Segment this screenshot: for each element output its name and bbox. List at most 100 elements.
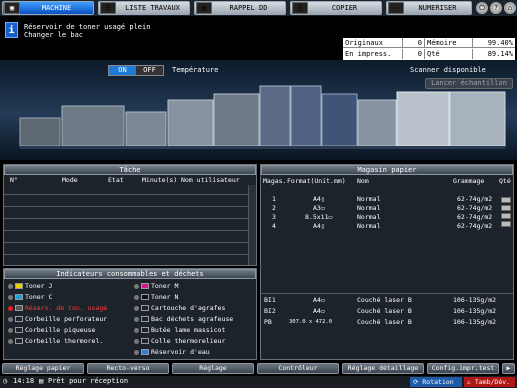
test-print-button[interactable]: Config.impr.test — [427, 363, 499, 374]
paper-setting-button[interactable]: Réglage papier — [2, 363, 84, 374]
rotation-icon: ⟳ — [413, 378, 419, 386]
consumable-punch-bin[interactable]: Corbeille perforateur — [8, 315, 107, 324]
paper-row[interactable]: BI1 A4▭ Couché laser B 106-135g/m2 — [261, 296, 501, 305]
col-number: N° — [10, 176, 18, 184]
status-message: Prêt pour réception — [48, 377, 129, 385]
col-mode: Mode — [62, 176, 78, 184]
consumable-toner-c[interactable]: Toner C — [8, 293, 52, 302]
power-icon[interactable]: ⏻ — [476, 2, 488, 14]
next-arrow-icon[interactable]: ▶ — [502, 363, 515, 374]
task-row[interactable] — [4, 254, 256, 255]
hdd-icon: ▤ — [196, 2, 212, 14]
task-header: N° Mode Etat Minute(s) Nom utilisateur — [4, 176, 256, 184]
consumable-glue[interactable]: Colle thermorelieur — [134, 337, 225, 346]
status-dot — [134, 316, 139, 322]
consumable-water-tank[interactable]: Réservoir d'eau — [134, 348, 210, 357]
memory-label: Mémoire — [425, 38, 473, 48]
message-line-1: Réservoir de toner usagé plein — [24, 23, 151, 31]
status-dot — [8, 294, 13, 300]
alert-dot — [8, 305, 13, 311]
consumable-waste-toner[interactable]: Réserv. de ton. usagé — [8, 304, 107, 313]
consumables-title: Indicateurs consommables et déchets — [4, 269, 256, 279]
quantity-bar — [501, 197, 511, 203]
home-icon[interactable]: ⌂ — [504, 2, 516, 14]
status-time: 14:18 — [13, 377, 35, 385]
controller-button[interactable]: Contrôleur — [257, 363, 339, 374]
counters-panel: Originaux 0 Mémoire 99.40% En impress. 0… — [343, 38, 515, 68]
info-icon: i — [5, 22, 18, 38]
tab-machine[interactable]: ▣ MACHINE — [2, 1, 94, 15]
task-row[interactable] — [4, 242, 256, 243]
task-row[interactable] — [4, 218, 256, 219]
rotation-indicator[interactable]: ⟳ Rotation — [410, 377, 462, 387]
consumable-binder-bin[interactable]: Corbeille thermorel. — [8, 337, 103, 346]
toner-icon — [141, 283, 149, 289]
waste-toner-icon — [15, 305, 23, 311]
task-panel: Tâche N° Mode Etat Minute(s) Nom utilisa… — [3, 164, 257, 266]
status-dot — [8, 327, 13, 333]
col-format: Format(Unit.mm) — [287, 177, 346, 185]
consumable-toner-m[interactable]: Toner M — [134, 282, 178, 291]
consumables-panel: Indicateurs consommables et déchets Tone… — [3, 268, 257, 360]
tab-job-list[interactable]: ☰ LISTE TRAVAUX — [98, 1, 190, 15]
detail-setting-button[interactable]: Réglage détaillage — [342, 363, 424, 374]
printer-line-illustration — [19, 85, 506, 149]
memory-value: 99.40% — [487, 39, 513, 47]
paper-row[interactable]: 3 8.5x11▭ Normal 62-74g/m2 — [261, 213, 501, 222]
consumable-toner-j[interactable]: Toner J — [8, 282, 52, 291]
machine-diagram: ON OFF Température Scanner disponible La… — [0, 60, 517, 160]
col-user: Nom utilisateur — [181, 176, 240, 184]
tab-copy[interactable]: ⎘ COPIER — [290, 1, 382, 15]
status-dot — [134, 283, 139, 289]
task-row[interactable] — [4, 206, 256, 207]
copy-icon: ⎘ — [292, 2, 308, 14]
consumable-staple-waste[interactable]: Bac déchets agrafeuse — [134, 315, 233, 324]
status-dot — [134, 305, 139, 311]
toner-alert-indicator[interactable]: ⚠ Tamb/Dév. — [464, 377, 515, 387]
paper-header: Magas. Format(Unit.mm) Nom Grammage Qté — [261, 177, 513, 186]
consumable-trimmer-stop[interactable]: Butée lame massicot — [134, 326, 225, 335]
col-tray: Magas. — [263, 177, 287, 185]
paper-row[interactable]: 1 A4▯ Normal 62-74g/m2 — [261, 195, 501, 204]
adjustment-button[interactable]: Réglage — [172, 363, 254, 374]
paper-row[interactable]: BI2 A4▭ Couché laser B 106-135g/m2 — [261, 307, 501, 316]
col-quantity: Qté — [499, 177, 511, 185]
help-icon[interactable]: ? — [490, 2, 502, 14]
quantity-bar — [501, 221, 511, 227]
toner-icon — [141, 294, 149, 300]
task-title: Tâche — [4, 165, 256, 175]
consumable-staple-bin[interactable]: Corbeille piqueuse — [8, 326, 95, 335]
punch-icon — [15, 316, 23, 322]
col-minutes: Minute(s) — [142, 176, 178, 184]
toner-icon — [15, 294, 23, 300]
in-print-label: En impress. — [343, 49, 403, 59]
in-print-value: 0 — [403, 49, 425, 59]
water-icon — [141, 349, 149, 355]
tab-hdd-recall[interactable]: ▤ RAPPEL DD — [194, 1, 286, 15]
consumable-toner-n[interactable]: Toner N — [134, 293, 178, 302]
quantity-bar — [501, 213, 511, 219]
staple-cartridge-icon — [141, 305, 149, 311]
staple-waste-icon — [141, 316, 149, 322]
originals-value: 0 — [403, 38, 425, 48]
task-scrollbar[interactable] — [248, 185, 256, 265]
status-dot — [8, 283, 13, 289]
status-dot — [134, 349, 139, 355]
quantity-bars — [501, 195, 511, 231]
tab-scan[interactable]: ⇨ NUMERISER — [386, 1, 472, 15]
paper-row[interactable]: PB 307.0 x 472.0 Couché laser B 106-135g… — [261, 318, 501, 327]
file-label: Qté fichier — [425, 49, 473, 68]
clock-icon: ◷ — [3, 377, 8, 385]
paper-row[interactable]: 4 A4▯ Normal 62-74g/m2 — [261, 222, 501, 231]
toner-icon — [15, 283, 23, 289]
task-row[interactable] — [4, 194, 256, 195]
col-weight: Grammage — [453, 177, 485, 185]
task-row[interactable] — [4, 230, 256, 231]
consumable-staple-cartridge[interactable]: Cartouche d'agrafes — [134, 304, 225, 313]
paper-row[interactable]: 2 A3▭ Normal 62-74g/m2 — [261, 204, 501, 213]
status-dot — [134, 294, 139, 300]
quantity-bar — [501, 205, 511, 211]
status-dot — [8, 338, 13, 344]
duplex-button[interactable]: Recto-verso — [87, 363, 169, 374]
status-dot — [134, 327, 139, 333]
